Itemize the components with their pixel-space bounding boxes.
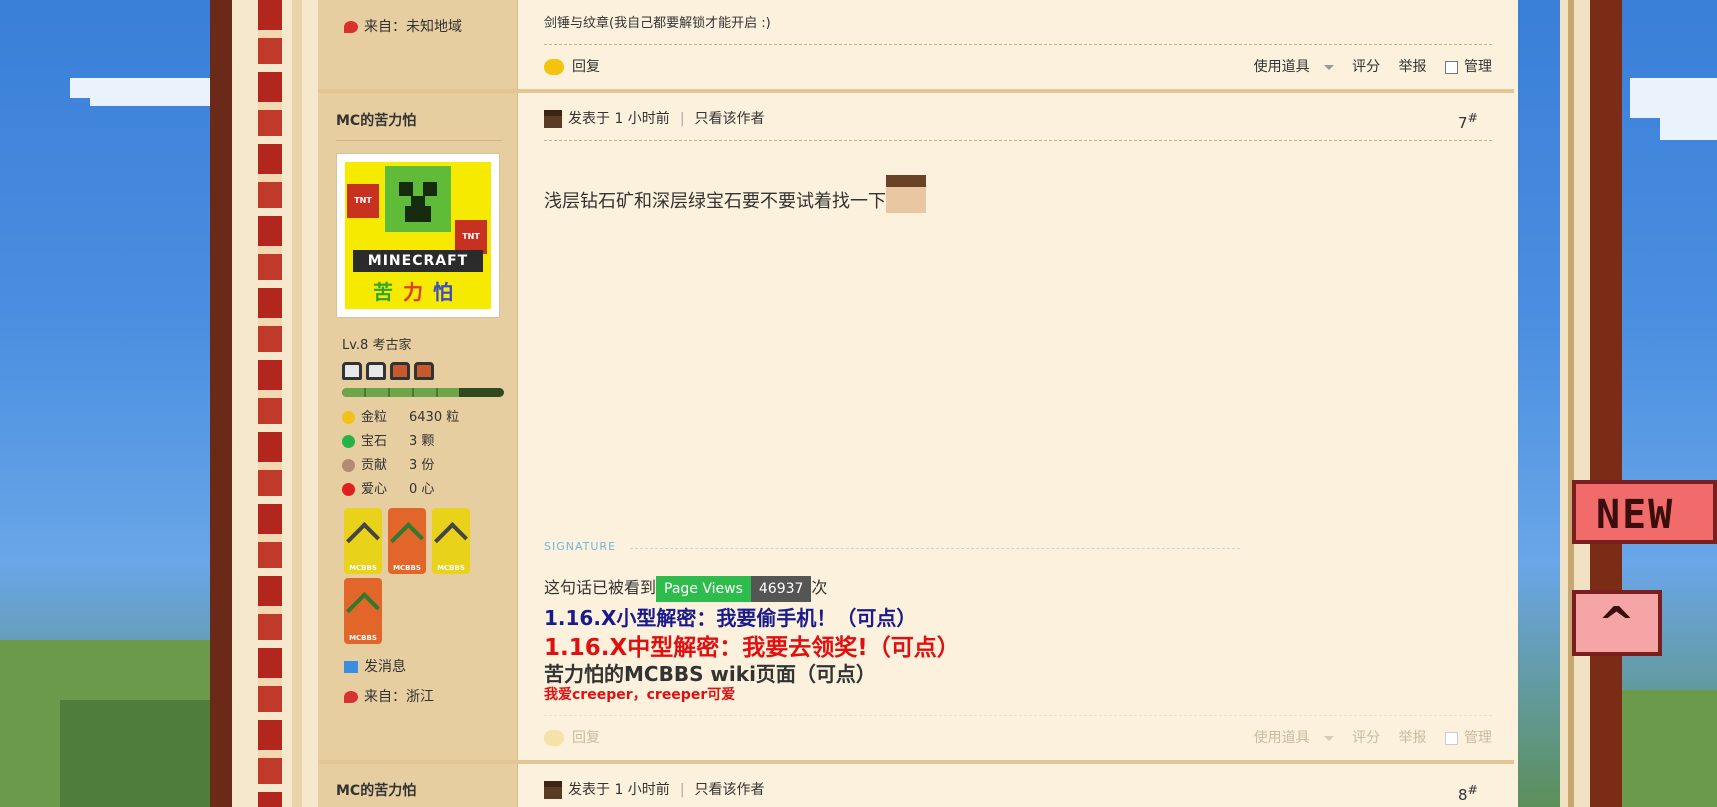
- post-body: 浅层钻石矿和深层绿宝石要不要试着找一下: [544, 175, 926, 213]
- medal-pickaxe[interactable]: MCBBS: [432, 508, 470, 574]
- report-button[interactable]: 举报: [1399, 59, 1427, 75]
- right-frame: [1560, 0, 1622, 807]
- reply-button[interactable]: 回复: [544, 56, 600, 76]
- manage-label[interactable]: 管理: [1464, 59, 1492, 75]
- manage-checkbox[interactable]: [1445, 731, 1458, 745]
- manage-label[interactable]: 管理: [1464, 730, 1492, 746]
- leather-helmet-icon: [414, 362, 434, 380]
- post-header: 发表于 1 小时前 | 只看该作者: [544, 108, 765, 128]
- only-author-link[interactable]: 只看该作者: [695, 111, 765, 127]
- apple-icon: [342, 483, 355, 496]
- post-header: 发表于 1 小时前 | 只看该作者: [544, 779, 765, 799]
- page-views-badge: Page Views 46937: [656, 575, 812, 602]
- rate-button[interactable]: 评分: [1352, 59, 1380, 75]
- post-actions: 回复 使用道具 评分 举报 管理: [544, 56, 1492, 78]
- cloud: [1660, 110, 1717, 140]
- tree: [1622, 690, 1717, 807]
- emerald-icon: [342, 435, 355, 448]
- send-message-link[interactable]: 发消息: [344, 656, 406, 676]
- signature-label: SIGNATURE: [544, 540, 617, 553]
- stat-love: 爱心 0 心: [342, 480, 434, 500]
- steve-head-icon: [544, 110, 562, 128]
- stat-gem: 宝石 3 颗: [342, 432, 434, 452]
- avatar-caption: 苦力怕: [373, 280, 463, 304]
- signature-text: 我爱creeper，creeper可爱: [544, 687, 736, 703]
- prev-post-snippet: 剑锤与纹章(我自己都要解锁才能开启 :): [544, 16, 771, 31]
- reply-bubble-icon: [544, 59, 564, 75]
- floor-number[interactable]: 8#: [1458, 782, 1478, 804]
- left-frame: [210, 0, 318, 807]
- gold-nugget-icon: [342, 411, 355, 424]
- post-content: 剑锤与纹章(我自己都要解锁才能开启 :) 回复 使用道具 评分 举报 管理 发表…: [518, 0, 1518, 807]
- use-item-menu[interactable]: 使用道具: [1240, 730, 1334, 746]
- avatar[interactable]: TNT TNT MINECRAFT 苦力怕: [336, 153, 500, 318]
- page-views-line: 这句话已被看到 Page Views 46937 次: [544, 574, 827, 602]
- user-panel: 来自：未知地域 MC的苦力怕 TNT TNT MINECRAFT 苦力怕 Lv.…: [318, 0, 1514, 807]
- iron-helmet-icon: [342, 362, 362, 380]
- steve-head-icon: [544, 781, 562, 799]
- iron-helmet-icon: [366, 362, 386, 380]
- post-actions: 回复 使用道具 评分 举报 管理: [544, 727, 1492, 749]
- mail-icon: [344, 661, 358, 673]
- signature-link-3[interactable]: 苦力怕的MCBBS wiki页面（可点）: [544, 658, 876, 687]
- user-level: Lv.8 考古家: [342, 338, 412, 353]
- author-name[interactable]: MC的苦力怕: [336, 780, 416, 800]
- tree: [60, 700, 210, 807]
- medal-sapling[interactable]: MCBBS: [388, 508, 426, 574]
- medal-pickaxe[interactable]: MCBBS: [344, 508, 382, 574]
- steve-face-emoji: [886, 175, 926, 213]
- caret-down-icon: [1323, 64, 1334, 70]
- tnt-block: TNT: [455, 220, 487, 254]
- report-button[interactable]: 举报: [1399, 730, 1427, 746]
- caret-down-icon: [1323, 735, 1334, 741]
- creeper-face: [385, 166, 451, 232]
- new-badge[interactable]: NEW: [1572, 480, 1717, 544]
- only-author-link[interactable]: 只看该作者: [695, 782, 765, 798]
- cloud: [90, 92, 210, 106]
- use-item-menu[interactable]: 使用道具: [1240, 59, 1334, 75]
- stat-gold: 金粒 6430 粒: [342, 408, 459, 428]
- xp-bar: [342, 388, 504, 397]
- signature-link-1[interactable]: 1.16.X小型解密：我要偷手机！（可点）: [544, 602, 916, 631]
- location-link: 来自：浙江: [344, 686, 434, 706]
- floor-number[interactable]: 7#: [1458, 110, 1478, 132]
- location-pin-icon: [344, 21, 358, 33]
- medal-tree[interactable]: MCBBS: [344, 578, 382, 644]
- rate-button[interactable]: 评分: [1352, 730, 1380, 746]
- stat-contribution: 贡献 3 份: [342, 456, 434, 476]
- leather-helmet-icon: [390, 362, 410, 380]
- manage-checkbox[interactable]: [1445, 60, 1458, 74]
- location-link: 来自：未知地域: [344, 16, 462, 36]
- reply-bubble-icon: [544, 730, 564, 746]
- location-pin-icon: [344, 691, 358, 703]
- level-helmets: [342, 362, 438, 384]
- author-name[interactable]: MC的苦力怕: [336, 110, 416, 130]
- thread-main: 来自：未知地域 MC的苦力怕 TNT TNT MINECRAFT 苦力怕 Lv.…: [318, 0, 1518, 807]
- minecraft-logo: MINECRAFT: [353, 250, 483, 272]
- signature-link-2[interactable]: 1.16.X中型解密：我要去领奖!（可点）: [544, 628, 960, 662]
- tnt-block: TNT: [347, 184, 379, 218]
- reply-button[interactable]: 回复: [544, 727, 600, 747]
- contribution-icon: [342, 459, 355, 472]
- back-to-top-button[interactable]: ^: [1572, 590, 1662, 656]
